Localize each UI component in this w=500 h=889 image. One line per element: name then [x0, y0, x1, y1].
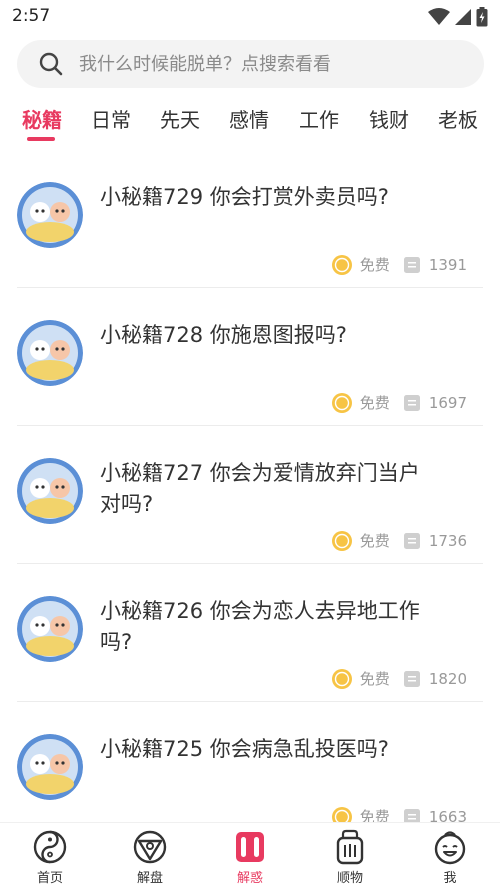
nav-label-jiepan: 解盘 [136, 871, 163, 886]
item-title: 小秘籍725 你会病急乱投医吗? [100, 737, 389, 761]
article-list: 小秘籍729 你会打赏外卖员吗? 免费 1391 小秘籍728 你施恩图报吗? [0, 150, 500, 822]
tab-miji[interactable]: 秘籍 [22, 104, 62, 133]
avatar [17, 596, 83, 662]
nav-item-jiehuo[interactable]: 解惑 [220, 829, 280, 886]
list-item[interactable]: 小秘籍725 你会病急乱投医吗? 免费 1663 [0, 702, 500, 822]
status-time: 2:57 [12, 6, 51, 26]
nav-label-me: 我 [443, 871, 457, 886]
wifi-icon [428, 8, 450, 25]
nav-label-home: 首页 [36, 871, 63, 886]
item-meta: 免费 1391 [331, 254, 467, 275]
tab-richang[interactable]: 日常 [91, 104, 131, 133]
item-meta: 免费 1820 [331, 668, 467, 689]
item-title: 小秘籍727 你会为爱情放弃门当户对吗? [100, 461, 420, 516]
list-item[interactable]: 小秘籍727 你会为爱情放弃门当户对吗? 免费 1736 [0, 426, 500, 564]
coin-icon [331, 806, 352, 822]
document-icon [403, 256, 420, 273]
item-meta: 免费 1736 [331, 530, 467, 551]
coin-icon [331, 254, 352, 275]
status-bar: 2:57 [0, 0, 500, 34]
document-icon [403, 394, 420, 411]
status-icons [428, 6, 488, 28]
avatar [17, 458, 83, 524]
item-title: 小秘籍728 你施恩图报吗? [100, 323, 347, 347]
coin-icon [331, 668, 352, 689]
tab-qiancai[interactable]: 钱财 [369, 104, 409, 133]
avatar [17, 734, 83, 800]
tab-ganqing[interactable]: 感情 [229, 104, 269, 133]
item-title: 小秘籍729 你会打赏外卖员吗? [100, 185, 389, 209]
item-meta: 免费 1697 [331, 392, 467, 413]
price-label: 免费 [359, 532, 390, 550]
price-label: 免费 [359, 808, 390, 822]
nav-item-jiepan[interactable]: 解盘 [120, 829, 180, 886]
nav-item-shunwu[interactable]: 顺物 [320, 829, 380, 886]
compass-icon [133, 830, 167, 864]
document-icon [403, 808, 420, 822]
search-bar[interactable] [17, 40, 484, 88]
yin-yang-icon [33, 830, 67, 864]
avatar [17, 182, 83, 248]
document-icon [403, 670, 420, 687]
nav-label-shunwu: 顺物 [336, 871, 363, 886]
avatar [17, 320, 83, 386]
tab-laoban[interactable]: 老板 [438, 104, 478, 133]
battery-icon [476, 7, 488, 27]
view-count: 1391 [428, 255, 467, 274]
search-input[interactable] [79, 53, 459, 75]
scroll-icon [236, 832, 264, 862]
list-item[interactable]: 小秘籍729 你会打赏外卖员吗? 免费 1391 [0, 150, 500, 288]
nav-item-me[interactable]: 我 [420, 829, 480, 886]
bag-icon [336, 829, 364, 865]
search-icon [39, 52, 63, 76]
document-icon [403, 532, 420, 549]
signal-icon [455, 9, 471, 25]
view-count: 1820 [428, 669, 467, 688]
nav-item-home[interactable]: 首页 [20, 829, 80, 886]
bottom-nav: 首页 解盘 解惑 顺物 我 [0, 822, 500, 889]
tab-xiantian[interactable]: 先天 [160, 104, 200, 133]
view-count: 1663 [428, 807, 467, 823]
category-tabs: 秘籍 日常 先天 感情 工作 钱财 老板 [0, 96, 500, 148]
item-meta: 免费 1663 [331, 806, 467, 823]
face-icon [434, 831, 466, 865]
price-label: 免费 [359, 256, 390, 274]
view-count: 1736 [428, 531, 467, 550]
price-label: 免费 [359, 394, 390, 412]
active-tab-indicator [27, 137, 55, 141]
list-item[interactable]: 小秘籍728 你施恩图报吗? 免费 1697 [0, 288, 500, 426]
tab-gongzuo[interactable]: 工作 [299, 104, 339, 133]
item-title: 小秘籍726 你会为恋人去异地工作吗? [100, 599, 420, 654]
price-label: 免费 [359, 670, 390, 688]
nav-label-jiehuo: 解惑 [236, 871, 263, 886]
coin-icon [331, 530, 352, 551]
view-count: 1697 [428, 393, 467, 412]
coin-icon [331, 392, 352, 413]
list-item[interactable]: 小秘籍726 你会为恋人去异地工作吗? 免费 1820 [0, 564, 500, 702]
